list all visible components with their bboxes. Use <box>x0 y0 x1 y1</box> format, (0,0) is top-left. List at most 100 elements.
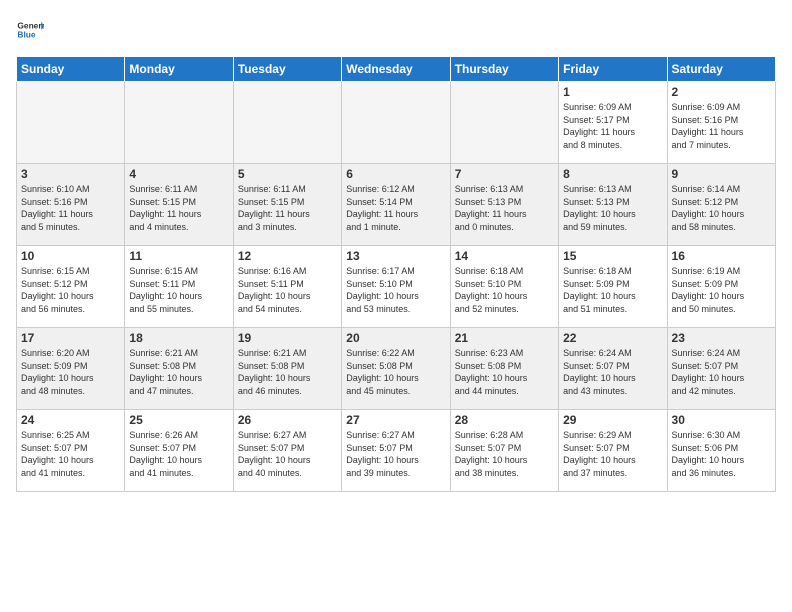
day-info: Sunrise: 6:24 AM Sunset: 5:07 PM Dayligh… <box>563 347 662 397</box>
day-number: 4 <box>129 167 228 181</box>
day-info: Sunrise: 6:13 AM Sunset: 5:13 PM Dayligh… <box>563 183 662 233</box>
weekday-header: Monday <box>125 57 233 82</box>
day-info: Sunrise: 6:19 AM Sunset: 5:09 PM Dayligh… <box>672 265 771 315</box>
day-number: 21 <box>455 331 554 345</box>
day-number: 8 <box>563 167 662 181</box>
calendar-cell: 19 Sunrise: 6:21 AM Sunset: 5:08 PM Dayli… <box>233 328 341 410</box>
day-number: 24 <box>21 413 120 427</box>
day-number: 10 <box>21 249 120 263</box>
calendar-cell: 25 Sunrise: 6:26 AM Sunset: 5:07 PM Dayli… <box>125 410 233 492</box>
day-number: 18 <box>129 331 228 345</box>
day-info: Sunrise: 6:21 AM Sunset: 5:08 PM Dayligh… <box>129 347 228 397</box>
day-number: 17 <box>21 331 120 345</box>
weekday-header: Sunday <box>17 57 125 82</box>
day-info: Sunrise: 6:16 AM Sunset: 5:11 PM Dayligh… <box>238 265 337 315</box>
calendar-table: SundayMondayTuesdayWednesdayThursdayFrid… <box>16 56 776 492</box>
calendar-cell <box>125 82 233 164</box>
calendar-cell: 15 Sunrise: 6:18 AM Sunset: 5:09 PM Dayli… <box>559 246 667 328</box>
calendar-cell: 26 Sunrise: 6:27 AM Sunset: 5:07 PM Dayli… <box>233 410 341 492</box>
day-number: 9 <box>672 167 771 181</box>
calendar-cell: 14Sunrise: 6:18 AM Sunset: 5:10 PM Dayli… <box>450 246 558 328</box>
calendar-cell: 9 Sunrise: 6:14 AM Sunset: 5:12 PM Daylig… <box>667 164 775 246</box>
day-info: Sunrise: 6:15 AM Sunset: 5:12 PM Dayligh… <box>21 265 120 315</box>
week-row: 24 Sunrise: 6:25 AM Sunset: 5:07 PM Dayli… <box>17 410 776 492</box>
day-info: Sunrise: 6:09 AM Sunset: 5:16 PM Dayligh… <box>672 101 771 151</box>
day-info: Sunrise: 6:24 AM Sunset: 5:07 PM Dayligh… <box>672 347 771 397</box>
day-number: 19 <box>238 331 337 345</box>
day-info: Sunrise: 6:10 AM Sunset: 5:16 PM Dayligh… <box>21 183 120 233</box>
logo: General Blue <box>16 16 44 44</box>
day-info: Sunrise: 6:27 AM Sunset: 5:07 PM Dayligh… <box>238 429 337 479</box>
svg-text:Blue: Blue <box>17 30 35 40</box>
week-row: 10 Sunrise: 6:15 AM Sunset: 5:12 PM Dayli… <box>17 246 776 328</box>
day-info: Sunrise: 6:26 AM Sunset: 5:07 PM Dayligh… <box>129 429 228 479</box>
day-info: Sunrise: 6:21 AM Sunset: 5:08 PM Dayligh… <box>238 347 337 397</box>
calendar-cell: 13 Sunrise: 6:17 AM Sunset: 5:10 PM Dayli… <box>342 246 450 328</box>
day-info: Sunrise: 6:14 AM Sunset: 5:12 PM Dayligh… <box>672 183 771 233</box>
day-number: 25 <box>129 413 228 427</box>
day-info: Sunrise: 6:13 AM Sunset: 5:13 PM Dayligh… <box>455 183 554 233</box>
calendar-cell: 8 Sunrise: 6:13 AM Sunset: 5:13 PM Daylig… <box>559 164 667 246</box>
week-row: 1Sunrise: 6:09 AM Sunset: 5:17 PM Daylig… <box>17 82 776 164</box>
logo-icon: General Blue <box>16 16 44 44</box>
day-number: 22 <box>563 331 662 345</box>
weekday-header: Thursday <box>450 57 558 82</box>
day-number: 5 <box>238 167 337 181</box>
day-number: 2 <box>672 85 771 99</box>
day-info: Sunrise: 6:11 AM Sunset: 5:15 PM Dayligh… <box>129 183 228 233</box>
day-info: Sunrise: 6:17 AM Sunset: 5:10 PM Dayligh… <box>346 265 445 315</box>
calendar-cell: 2 Sunrise: 6:09 AM Sunset: 5:16 PM Daylig… <box>667 82 775 164</box>
calendar-cell <box>17 82 125 164</box>
week-row: 17 Sunrise: 6:20 AM Sunset: 5:09 PM Dayli… <box>17 328 776 410</box>
header: General Blue <box>16 16 776 44</box>
day-info: Sunrise: 6:12 AM Sunset: 5:14 PM Dayligh… <box>346 183 445 233</box>
calendar-cell: 11 Sunrise: 6:15 AM Sunset: 5:11 PM Dayli… <box>125 246 233 328</box>
calendar-cell: 24 Sunrise: 6:25 AM Sunset: 5:07 PM Dayli… <box>17 410 125 492</box>
day-number: 3 <box>21 167 120 181</box>
calendar-cell: 18 Sunrise: 6:21 AM Sunset: 5:08 PM Dayli… <box>125 328 233 410</box>
weekday-header: Tuesday <box>233 57 341 82</box>
day-number: 13 <box>346 249 445 263</box>
calendar-cell: 1Sunrise: 6:09 AM Sunset: 5:17 PM Daylig… <box>559 82 667 164</box>
calendar-cell: 12Sunrise: 6:16 AM Sunset: 5:11 PM Dayli… <box>233 246 341 328</box>
day-info: Sunrise: 6:30 AM Sunset: 5:06 PM Dayligh… <box>672 429 771 479</box>
weekday-header: Saturday <box>667 57 775 82</box>
calendar-cell: 7 Sunrise: 6:13 AM Sunset: 5:13 PM Daylig… <box>450 164 558 246</box>
calendar-cell: 22 Sunrise: 6:24 AM Sunset: 5:07 PM Dayli… <box>559 328 667 410</box>
calendar-cell: 17 Sunrise: 6:20 AM Sunset: 5:09 PM Dayli… <box>17 328 125 410</box>
day-number: 15 <box>563 249 662 263</box>
calendar-cell: 29 Sunrise: 6:29 AM Sunset: 5:07 PM Dayli… <box>559 410 667 492</box>
day-number: 29 <box>563 413 662 427</box>
day-info: Sunrise: 6:20 AM Sunset: 5:09 PM Dayligh… <box>21 347 120 397</box>
day-info: Sunrise: 6:15 AM Sunset: 5:11 PM Dayligh… <box>129 265 228 315</box>
day-number: 1 <box>563 85 662 99</box>
day-number: 26 <box>238 413 337 427</box>
day-number: 11 <box>129 249 228 263</box>
calendar-cell <box>450 82 558 164</box>
calendar-cell: 28 Sunrise: 6:28 AM Sunset: 5:07 PM Dayli… <box>450 410 558 492</box>
weekday-header-row: SundayMondayTuesdayWednesdayThursdayFrid… <box>17 57 776 82</box>
day-number: 16 <box>672 249 771 263</box>
day-number: 7 <box>455 167 554 181</box>
calendar-cell: 21 Sunrise: 6:23 AM Sunset: 5:08 PM Dayli… <box>450 328 558 410</box>
day-number: 14 <box>455 249 554 263</box>
day-info: Sunrise: 6:27 AM Sunset: 5:07 PM Dayligh… <box>346 429 445 479</box>
day-info: Sunrise: 6:28 AM Sunset: 5:07 PM Dayligh… <box>455 429 554 479</box>
day-number: 30 <box>672 413 771 427</box>
day-info: Sunrise: 6:29 AM Sunset: 5:07 PM Dayligh… <box>563 429 662 479</box>
calendar-cell: 20Sunrise: 6:22 AM Sunset: 5:08 PM Dayli… <box>342 328 450 410</box>
calendar-cell: 30 Sunrise: 6:30 AM Sunset: 5:06 PM Dayli… <box>667 410 775 492</box>
day-info: Sunrise: 6:25 AM Sunset: 5:07 PM Dayligh… <box>21 429 120 479</box>
day-number: 27 <box>346 413 445 427</box>
day-info: Sunrise: 6:11 AM Sunset: 5:15 PM Dayligh… <box>238 183 337 233</box>
weekday-header: Friday <box>559 57 667 82</box>
calendar-cell: 3 Sunrise: 6:10 AM Sunset: 5:16 PM Daylig… <box>17 164 125 246</box>
calendar-cell: 16 Sunrise: 6:19 AM Sunset: 5:09 PM Dayli… <box>667 246 775 328</box>
day-info: Sunrise: 6:22 AM Sunset: 5:08 PM Dayligh… <box>346 347 445 397</box>
calendar-cell: 6Sunrise: 6:12 AM Sunset: 5:14 PM Daylig… <box>342 164 450 246</box>
day-info: Sunrise: 6:23 AM Sunset: 5:08 PM Dayligh… <box>455 347 554 397</box>
day-number: 28 <box>455 413 554 427</box>
calendar-cell <box>342 82 450 164</box>
calendar-cell: 4 Sunrise: 6:11 AM Sunset: 5:15 PM Daylig… <box>125 164 233 246</box>
day-info: Sunrise: 6:18 AM Sunset: 5:09 PM Dayligh… <box>563 265 662 315</box>
